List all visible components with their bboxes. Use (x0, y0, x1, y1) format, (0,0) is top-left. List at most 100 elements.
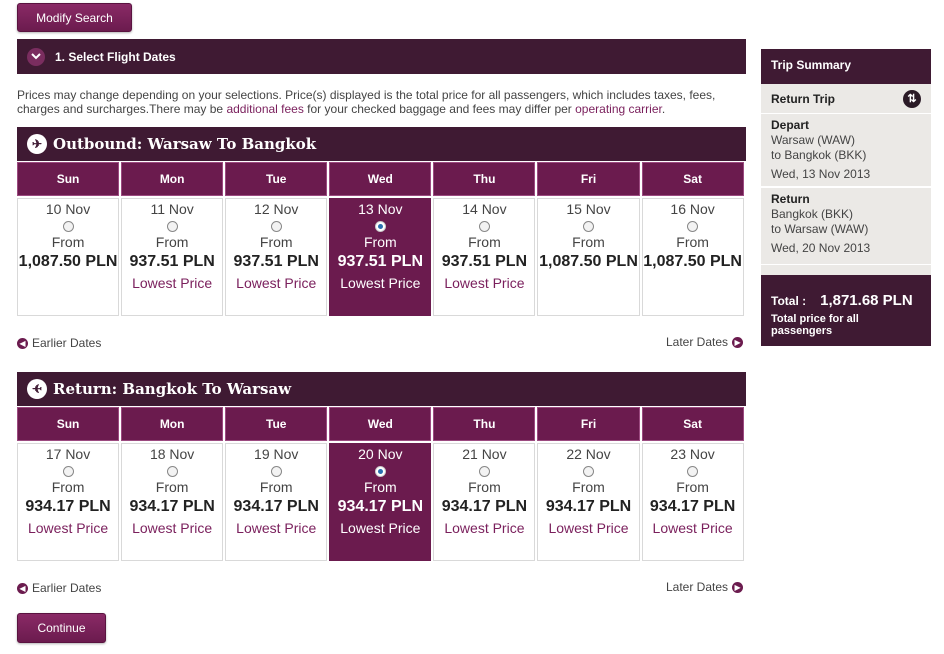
select-flight-dates-bar[interactable]: 1. Select Flight Dates (17, 39, 746, 74)
date-option[interactable]: 23 Nov From 934.17 PLN Lowest Price (641, 443, 744, 561)
date-label: 10 Nov (45, 201, 91, 217)
step-title: 1. Select Flight Dates (55, 49, 176, 64)
plane-return-icon: ✈ (27, 379, 47, 399)
from-label: From (468, 234, 501, 250)
day-name: Tue (225, 407, 328, 441)
date-radio[interactable] (687, 466, 699, 477)
day-column: Fri 15 Nov From 1,087.50 PLN (537, 162, 640, 316)
from-label: From (572, 479, 605, 495)
date-option[interactable]: 20 Nov From 934.17 PLN Lowest Price (329, 443, 432, 561)
return-later-dates[interactable]: Later Dates ▶ (666, 580, 744, 594)
from-label: From (468, 479, 501, 495)
date-radio[interactable] (374, 221, 386, 232)
from-label: From (155, 479, 189, 495)
arrow-left-icon: ◀ (17, 337, 28, 349)
date-radio[interactable] (62, 466, 74, 477)
date-radio[interactable] (478, 221, 490, 232)
lowest-price-label: Lowest Price (340, 520, 421, 536)
lowest-price-label: Lowest Price (444, 275, 525, 291)
fare-price: 934.17 PLN (441, 498, 528, 515)
day-name: Tue (225, 162, 328, 196)
date-radio[interactable] (687, 221, 699, 232)
date-option[interactable]: 12 Nov From 937.51 PLN Lowest Price (225, 198, 328, 316)
day-name: Fri (537, 407, 640, 441)
date-radio[interactable] (270, 466, 282, 477)
date-option[interactable]: 13 Nov From 937.51 PLN Lowest Price (329, 198, 432, 316)
fare-price: 937.51 PLN (337, 253, 424, 270)
date-radio[interactable] (166, 221, 178, 232)
date-label: 21 Nov (462, 446, 507, 462)
day-name: Wed (329, 162, 432, 196)
return-header: ✈ Return: Bangkok To Warsaw (17, 372, 746, 406)
date-option[interactable]: 15 Nov From 1,087.50 PLN (537, 198, 640, 316)
date-option[interactable]: 10 Nov From 1,087.50 PLN (17, 198, 120, 316)
lowest-price-label: Lowest Price (444, 520, 525, 536)
date-option[interactable]: 17 Nov From 934.17 PLN Lowest Price (17, 443, 120, 561)
day-column: Fri 22 Nov From 934.17 PLN Lowest Price (537, 407, 640, 561)
day-column: Mon 18 Nov From 934.17 PLN Lowest Price (121, 407, 224, 561)
day-name: Sat (641, 407, 744, 441)
date-option[interactable]: 16 Nov From 1,087.50 PLN (641, 198, 744, 316)
date-option[interactable]: 18 Nov From 934.17 PLN Lowest Price (121, 443, 224, 561)
date-option[interactable]: 11 Nov From 937.51 PLN Lowest Price (121, 198, 224, 316)
outbound-earlier-dates[interactable]: ◀ Earlier Dates (17, 336, 101, 350)
fare-price: 937.51 PLN (233, 253, 319, 270)
date-radio[interactable] (478, 466, 490, 477)
date-label: 19 Nov (254, 446, 299, 462)
from-label: From (363, 479, 397, 495)
date-label: 11 Nov (150, 201, 194, 217)
date-option[interactable]: 22 Nov From 934.17 PLN Lowest Price (537, 443, 640, 561)
date-label: 14 Nov (462, 201, 507, 217)
date-option[interactable]: 19 Nov From 934.17 PLN Lowest Price (225, 443, 328, 561)
date-label: 15 Nov (566, 201, 611, 217)
date-radio[interactable] (166, 466, 178, 477)
lowest-price-label: Lowest Price (652, 520, 733, 536)
date-option[interactable]: 21 Nov From 934.17 PLN Lowest Price (433, 443, 536, 561)
day-column: Tue 12 Nov From 937.51 PLN Lowest Price (225, 162, 328, 316)
day-name: Mon (121, 162, 224, 196)
date-radio[interactable] (583, 466, 595, 477)
trip-type: Return Trip ⇅ (761, 84, 931, 114)
total-block: Total : 1,871.68 PLN Total price for all… (761, 265, 931, 346)
day-name: Sun (17, 407, 120, 441)
date-option[interactable]: 14 Nov From 937.51 PLN Lowest Price (433, 198, 536, 316)
day-name: Thu (433, 407, 536, 441)
date-label: 22 Nov (566, 446, 611, 462)
fare-price: 1,087.50 PLN (643, 253, 742, 270)
modify-search-button[interactable]: Modify Search (17, 3, 132, 32)
arrow-right-icon: ▶ (732, 581, 744, 593)
lowest-price-label: Lowest Price (340, 275, 421, 291)
date-radio[interactable] (583, 221, 595, 232)
depart-block: Depart Warsaw (WAW) to Bangkok (BKK) Wed… (761, 114, 931, 188)
return-earlier-dates[interactable]: ◀ Earlier Dates (17, 581, 101, 595)
day-name: Sat (641, 162, 744, 196)
outbound-later-dates[interactable]: Later Dates ▶ (666, 335, 744, 349)
operating-carrier-link[interactable]: operating carrier (575, 102, 662, 116)
total-note: Total price for all passengers (771, 313, 859, 337)
additional-fees-link[interactable]: additional fees (226, 102, 303, 116)
fare-price: 1,087.50 PLN (18, 253, 118, 270)
from-label: From (51, 479, 85, 495)
price-notice: Prices may change depending on your sele… (17, 88, 716, 116)
chevron-down-icon[interactable] (27, 47, 45, 66)
date-label: 23 Nov (670, 446, 715, 462)
day-column: Sat 16 Nov From 1,087.50 PLN (641, 162, 744, 316)
return-day-grid: Sun 17 Nov From 934.17 PLN Lowest Price Mon 18… (17, 407, 746, 561)
return-title: Return: Bangkok To Warsaw (53, 380, 292, 398)
day-name: Sun (17, 162, 120, 196)
from-label: From (259, 479, 293, 495)
day-column: Thu 14 Nov From 937.51 PLN Lowest Price (433, 162, 536, 316)
lowest-price-label: Lowest Price (236, 275, 317, 291)
date-label: 16 Nov (670, 201, 715, 217)
from-label: From (259, 234, 293, 250)
date-radio[interactable] (374, 466, 386, 477)
from-label: From (676, 479, 709, 495)
date-radio[interactable] (270, 221, 282, 232)
from-label: From (572, 234, 605, 250)
continue-button[interactable]: Continue (17, 613, 106, 643)
outbound-day-grid: Sun 10 Nov From 1,087.50 PLN Mon 11 Nov From 93… (17, 162, 746, 316)
fare-price: 937.51 PLN (129, 253, 215, 270)
arrow-left-icon: ◀ (17, 582, 28, 594)
trip-summary: Trip Summary Return Trip ⇅ Depart Warsaw… (761, 49, 931, 346)
date-radio[interactable] (62, 221, 74, 232)
